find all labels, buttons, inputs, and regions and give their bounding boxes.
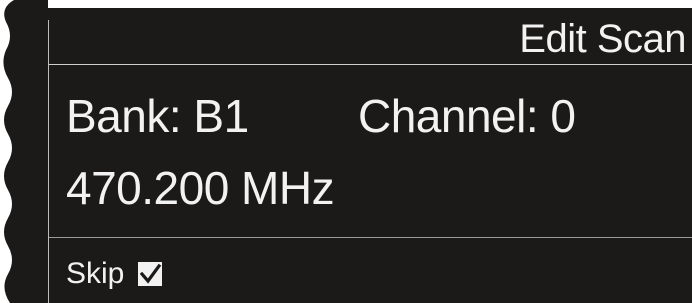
bank-value[interactable]: Bank: B1 [66,91,249,141]
scan-edit-screen: Edit Scan Bank: B1 Channel: 0 470.200 MH… [24,8,692,303]
skip-option[interactable]: Skip [66,256,163,292]
footer-divider [49,237,692,238]
frequency-value[interactable]: 470.200 MHz [66,163,335,213]
title-divider [49,64,692,65]
screen-title: Edit Scan [519,17,686,61]
skip-label: Skip [66,257,125,290]
channel-value[interactable]: Channel: 0 [358,91,576,141]
checkbox-checked-icon[interactable] [138,262,163,286]
title-bar: Edit Scan [48,8,692,66]
